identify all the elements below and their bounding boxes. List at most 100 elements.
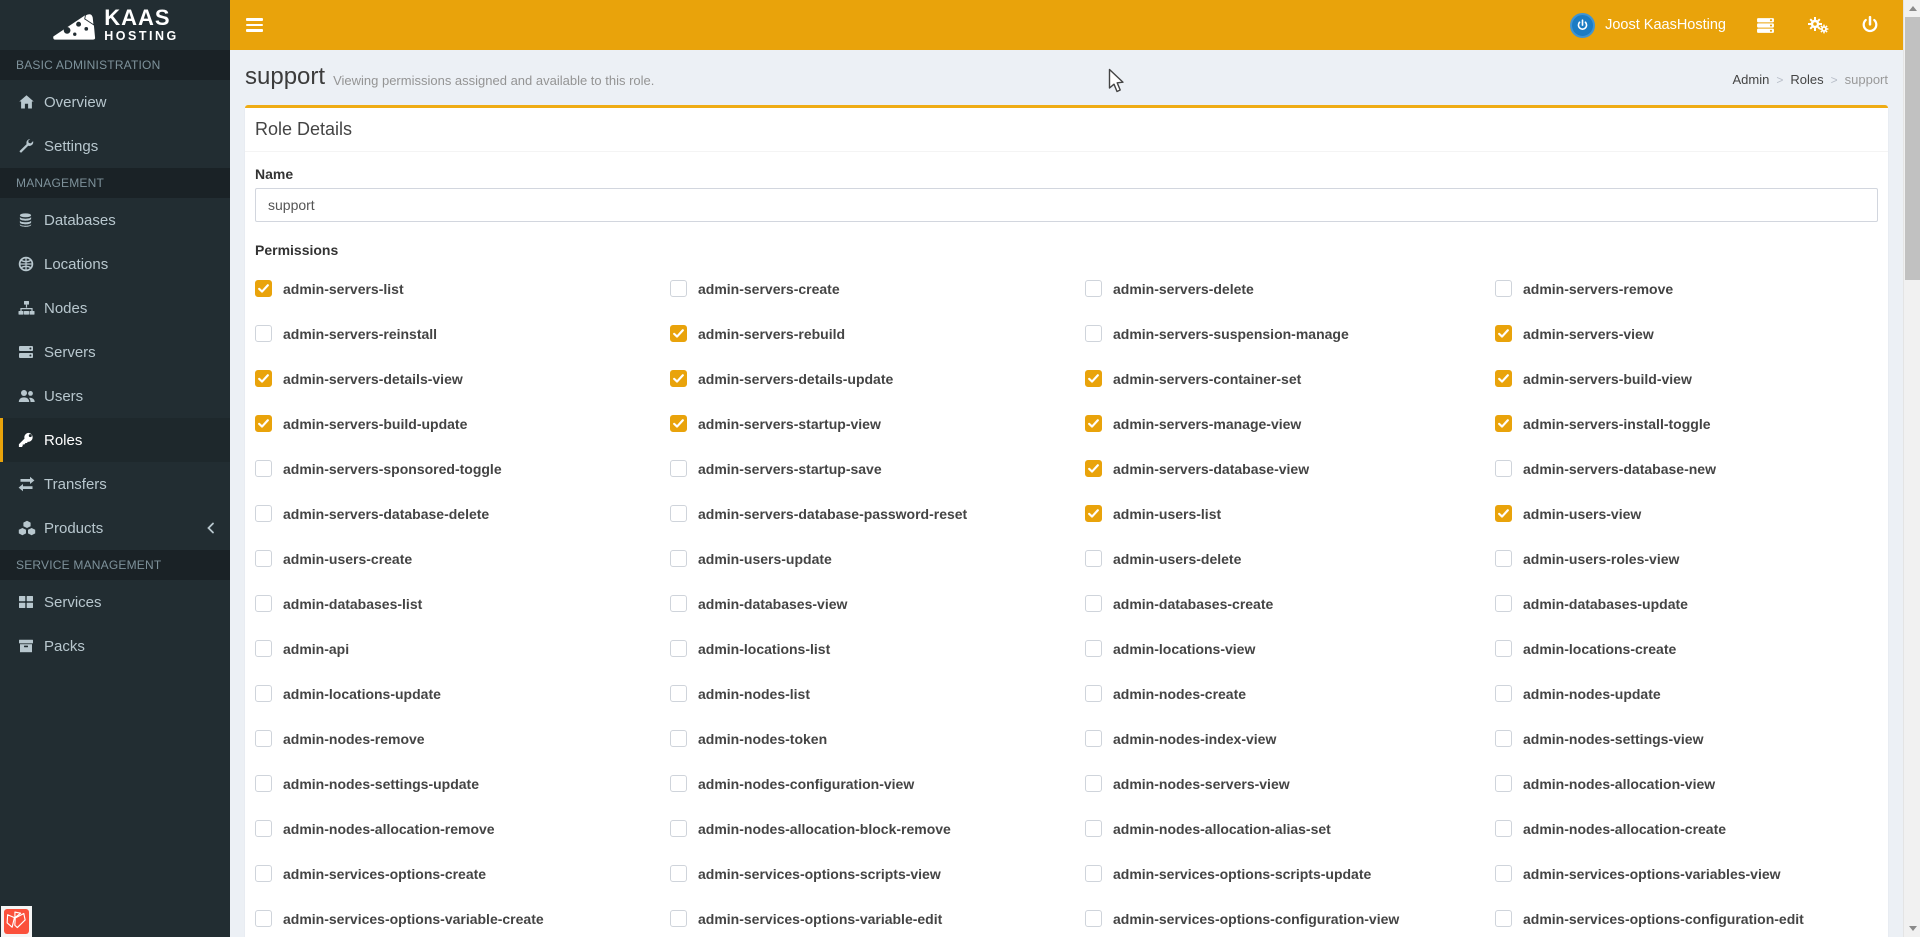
permission-admin-databases-view[interactable]: admin-databases-view [670,595,1085,612]
checkbox-unchecked[interactable] [255,595,272,612]
permission-admin-users-update[interactable]: admin-users-update [670,550,1085,567]
permission-admin-users-delete[interactable]: admin-users-delete [1085,550,1495,567]
checkbox-checked[interactable] [1495,370,1512,387]
permission-admin-locations-list[interactable]: admin-locations-list [670,640,1085,657]
permission-admin-servers-install-toggle[interactable]: admin-servers-install-toggle [1495,415,1878,432]
permission-admin-servers-reinstall[interactable]: admin-servers-reinstall [255,325,670,342]
scroll-up-button[interactable] [1904,0,1920,17]
sidebar-item-roles[interactable]: Roles [0,418,230,462]
permission-admin-servers-build-view[interactable]: admin-servers-build-view [1495,370,1878,387]
permission-admin-locations-update[interactable]: admin-locations-update [255,685,670,702]
checkbox-checked[interactable] [1085,370,1102,387]
permission-admin-servers-rebuild[interactable]: admin-servers-rebuild [670,325,1085,342]
checkbox-unchecked[interactable] [255,865,272,882]
sidebar-item-databases[interactable]: Databases [0,198,230,242]
permission-admin-servers-startup-save[interactable]: admin-servers-startup-save [670,460,1085,477]
permission-admin-nodes-token[interactable]: admin-nodes-token [670,730,1085,747]
checkbox-unchecked[interactable] [1085,640,1102,657]
checkbox-unchecked[interactable] [1495,775,1512,792]
permission-admin-servers-build-update[interactable]: admin-servers-build-update [255,415,670,432]
sidebar-item-nodes[interactable]: Nodes [0,286,230,330]
power-icon[interactable] [1845,0,1895,50]
permission-admin-servers-delete[interactable]: admin-servers-delete [1085,280,1495,297]
checkbox-checked[interactable] [1085,415,1102,432]
permission-admin-nodes-index-view[interactable]: admin-nodes-index-view [1085,730,1495,747]
permission-admin-nodes-configuration-view[interactable]: admin-nodes-configuration-view [670,775,1085,792]
checkbox-unchecked[interactable] [255,685,272,702]
permission-admin-users-create[interactable]: admin-users-create [255,550,670,567]
checkbox-unchecked[interactable] [1495,730,1512,747]
checkbox-checked[interactable] [1085,460,1102,477]
permission-admin-nodes-settings-update[interactable]: admin-nodes-settings-update [255,775,670,792]
checkbox-unchecked[interactable] [255,730,272,747]
checkbox-checked[interactable] [1085,505,1102,522]
sidebar-item-products[interactable]: Products [0,506,230,550]
checkbox-unchecked[interactable] [1495,820,1512,837]
sidebar-item-servers[interactable]: Servers [0,330,230,374]
checkbox-unchecked[interactable] [670,775,687,792]
breadcrumb-item-admin[interactable]: Admin [1732,72,1769,87]
scrollbar-thumb[interactable] [1905,17,1920,280]
checkbox-unchecked[interactable] [255,325,272,342]
checkbox-checked[interactable] [255,280,272,297]
sidebar-item-users[interactable]: Users [0,374,230,418]
checkbox-unchecked[interactable] [1085,730,1102,747]
checkbox-unchecked[interactable] [1085,865,1102,882]
permission-admin-locations-view[interactable]: admin-locations-view [1085,640,1495,657]
checkbox-unchecked[interactable] [255,775,272,792]
checkbox-unchecked[interactable] [255,460,272,477]
sidebar-item-services[interactable]: Services [0,580,230,624]
permission-admin-users-view[interactable]: admin-users-view [1495,505,1878,522]
permission-admin-servers-database-password-reset[interactable]: admin-servers-database-password-reset [670,505,1085,522]
checkbox-unchecked[interactable] [1085,910,1102,927]
checkbox-checked[interactable] [670,370,687,387]
permission-admin-servers-details-view[interactable]: admin-servers-details-view [255,370,670,387]
permission-admin-servers-database-view[interactable]: admin-servers-database-view [1085,460,1495,477]
checkbox-unchecked[interactable] [255,550,272,567]
checkbox-unchecked[interactable] [1495,685,1512,702]
permission-admin-servers-database-delete[interactable]: admin-servers-database-delete [255,505,670,522]
checkbox-checked[interactable] [670,415,687,432]
checkbox-unchecked[interactable] [670,460,687,477]
brand-logo[interactable]: KAAS HOSTING [0,0,230,50]
checkbox-unchecked[interactable] [1495,460,1512,477]
permission-admin-nodes-list[interactable]: admin-nodes-list [670,685,1085,702]
permission-admin-services-options-variables-view[interactable]: admin-services-options-variables-view [1495,865,1878,882]
checkbox-unchecked[interactable] [1085,685,1102,702]
checkbox-unchecked[interactable] [255,820,272,837]
permission-admin-servers-startup-view[interactable]: admin-servers-startup-view [670,415,1085,432]
checkbox-unchecked[interactable] [670,550,687,567]
checkbox-unchecked[interactable] [1085,775,1102,792]
permission-admin-databases-create[interactable]: admin-databases-create [1085,595,1495,612]
checkbox-checked[interactable] [1495,505,1512,522]
sidebar-item-transfers[interactable]: Transfers [0,462,230,506]
permission-admin-users-roles-view[interactable]: admin-users-roles-view [1495,550,1878,567]
checkbox-unchecked[interactable] [1495,865,1512,882]
checkbox-unchecked[interactable] [1085,550,1102,567]
checkbox-unchecked[interactable] [255,505,272,522]
permission-admin-nodes-allocation-create[interactable]: admin-nodes-allocation-create [1495,820,1878,837]
role-name-input[interactable] [255,188,1878,222]
permission-admin-nodes-allocation-remove[interactable]: admin-nodes-allocation-remove [255,820,670,837]
permission-admin-servers-remove[interactable]: admin-servers-remove [1495,280,1878,297]
cogs-icon[interactable] [1791,0,1845,50]
checkbox-unchecked[interactable] [1495,910,1512,927]
permission-admin-nodes-servers-view[interactable]: admin-nodes-servers-view [1085,775,1495,792]
permission-admin-nodes-allocation-view[interactable]: admin-nodes-allocation-view [1495,775,1878,792]
checkbox-unchecked[interactable] [1495,640,1512,657]
permission-admin-locations-create[interactable]: admin-locations-create [1495,640,1878,657]
permission-admin-nodes-allocation-block-remove[interactable]: admin-nodes-allocation-block-remove [670,820,1085,837]
sidebar-toggle-button[interactable] [230,0,278,50]
permission-admin-servers-create[interactable]: admin-servers-create [670,280,1085,297]
checkbox-unchecked[interactable] [255,910,272,927]
permission-admin-users-list[interactable]: admin-users-list [1085,505,1495,522]
laravel-debugbar-badge[interactable] [1,906,32,937]
checkbox-checked[interactable] [1495,325,1512,342]
permission-admin-servers-view[interactable]: admin-servers-view [1495,325,1878,342]
permission-admin-services-options-scripts-view[interactable]: admin-services-options-scripts-view [670,865,1085,882]
checkbox-unchecked[interactable] [1495,280,1512,297]
sidebar-item-locations[interactable]: Locations [0,242,230,286]
permission-admin-servers-suspension-manage[interactable]: admin-servers-suspension-manage [1085,325,1495,342]
permission-admin-nodes-remove[interactable]: admin-nodes-remove [255,730,670,747]
checkbox-unchecked[interactable] [670,910,687,927]
